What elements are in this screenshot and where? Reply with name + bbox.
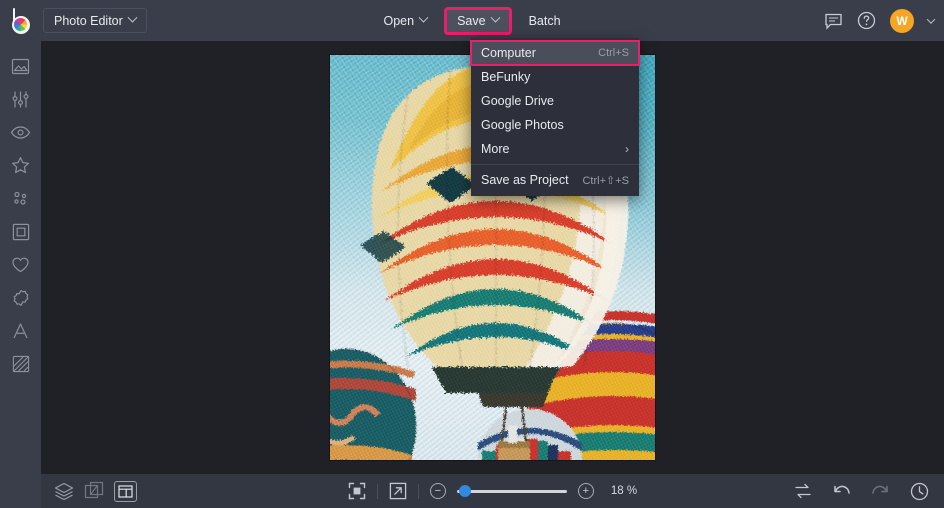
menu-divider bbox=[471, 164, 639, 165]
sidebar-item-text[interactable] bbox=[0, 314, 41, 347]
save-dropdown-menu: Computer Ctrl+S BeFunky Google Drive Goo… bbox=[470, 38, 640, 196]
undo-icon[interactable] bbox=[832, 483, 851, 499]
top-bar: Photo Editor Open Save Batch W bbox=[0, 0, 944, 41]
sidebar-item-edit[interactable] bbox=[0, 83, 41, 116]
photo-editor-window: Photo Editor Open Save Batch W Computer … bbox=[0, 0, 944, 508]
bottom-right-group bbox=[794, 482, 929, 501]
menu-item-shortcut: Ctrl+S bbox=[598, 47, 629, 59]
menu-item-label: Google Drive bbox=[481, 94, 554, 108]
sidebar-item-graphics[interactable] bbox=[0, 281, 41, 314]
zoom-in-button[interactable]: + bbox=[577, 483, 594, 499]
save-menu-button[interactable]: Save bbox=[444, 6, 512, 35]
divider bbox=[376, 483, 378, 499]
befunky-logo[interactable] bbox=[0, 0, 41, 41]
left-sidebar bbox=[0, 41, 41, 508]
save-menu-item-more[interactable]: More › bbox=[471, 137, 639, 161]
chevron-down-icon[interactable] bbox=[926, 14, 936, 24]
sidebar-item-overlays[interactable] bbox=[0, 248, 41, 281]
save-menu-item-computer[interactable]: Computer Ctrl+S bbox=[470, 40, 640, 66]
menu-item-label: Google Photos bbox=[481, 118, 564, 132]
panel-layout-icon[interactable] bbox=[114, 480, 137, 502]
compare-swap-icon[interactable] bbox=[794, 483, 812, 499]
save-menu-label: Save bbox=[457, 13, 486, 28]
user-avatar[interactable]: W bbox=[890, 8, 914, 33]
menu-item-label: More bbox=[481, 142, 510, 156]
save-menu-item-save-as-project[interactable]: Save as Project Ctrl+⇧+S bbox=[471, 168, 639, 192]
zoom-slider[interactable] bbox=[456, 484, 567, 498]
open-menu-label: Open bbox=[383, 13, 415, 28]
speech-bubble-icon[interactable] bbox=[824, 12, 843, 30]
product-switcher[interactable]: Photo Editor bbox=[43, 8, 147, 33]
save-menu-item-google-photos[interactable]: Google Photos bbox=[471, 113, 639, 137]
sidebar-item-image[interactable] bbox=[0, 50, 41, 83]
divider bbox=[417, 483, 419, 499]
history-clock-icon[interactable] bbox=[910, 482, 929, 501]
sidebar-item-touch-up[interactable] bbox=[0, 116, 41, 149]
bottom-left-group bbox=[41, 480, 137, 502]
transform-icon[interactable] bbox=[84, 481, 104, 501]
menu-item-label: Save as Project bbox=[481, 173, 569, 187]
batch-label: Batch bbox=[528, 13, 561, 28]
save-menu-item-befunky[interactable]: BeFunky bbox=[471, 65, 639, 89]
zoom-level-value: 18 % bbox=[610, 485, 638, 497]
menu-item-label: BeFunky bbox=[481, 70, 531, 84]
product-switcher-label: Photo Editor bbox=[54, 13, 123, 28]
top-right-group: W bbox=[824, 0, 936, 41]
bottom-bar: − + 18 % bbox=[41, 474, 944, 508]
fit-to-screen-icon[interactable] bbox=[348, 482, 366, 500]
layers-icon[interactable] bbox=[54, 482, 74, 500]
chevron-right-icon: › bbox=[625, 142, 629, 156]
zoom-slider-handle[interactable] bbox=[458, 485, 471, 497]
zoom-out-button[interactable]: − bbox=[429, 483, 446, 499]
help-circle-icon[interactable] bbox=[857, 11, 876, 30]
save-menu-item-google-drive[interactable]: Google Drive bbox=[471, 89, 639, 113]
sidebar-item-effects[interactable] bbox=[0, 149, 41, 182]
chevron-down-icon bbox=[418, 12, 429, 23]
menu-tail bbox=[471, 192, 639, 196]
sidebar-item-frames[interactable] bbox=[0, 215, 41, 248]
sidebar-item-textures[interactable] bbox=[0, 347, 41, 380]
expand-arrow-icon[interactable] bbox=[389, 482, 407, 500]
open-menu-button[interactable]: Open bbox=[372, 9, 438, 33]
redo-icon[interactable] bbox=[871, 483, 890, 499]
menu-item-shortcut: Ctrl+⇧+S bbox=[582, 174, 629, 187]
chevron-down-icon bbox=[127, 12, 138, 23]
batch-button[interactable]: Batch bbox=[518, 9, 572, 33]
zoom-slider-track bbox=[456, 489, 567, 493]
sidebar-item-artsy[interactable] bbox=[0, 182, 41, 215]
menu-item-label: Computer bbox=[481, 46, 536, 60]
chevron-down-icon bbox=[490, 12, 501, 23]
